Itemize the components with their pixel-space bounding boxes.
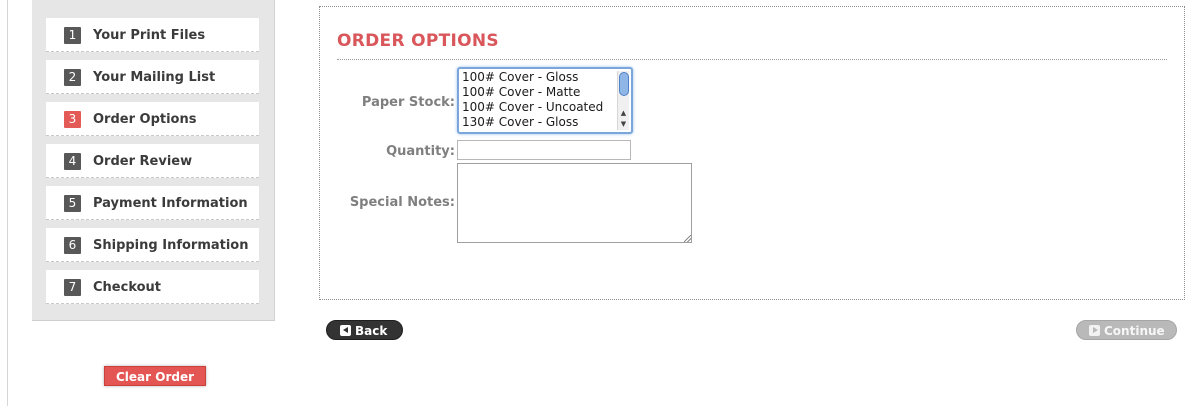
triangle-left-icon	[340, 325, 351, 336]
order-options-panel: ORDER OPTIONS Paper Stock: 100# Cover - …	[319, 6, 1185, 300]
step-label: Checkout	[93, 280, 162, 295]
step-label: Order Review	[93, 154, 193, 169]
frame-edge	[7, 0, 8, 406]
paper-stock-option[interactable]: 100# Cover - Matte	[462, 85, 580, 100]
step-label: Your Print Files	[93, 28, 206, 43]
step-label: Your Mailing List	[93, 70, 216, 85]
step-your-mailing-list[interactable]: 2 Your Mailing List	[46, 60, 259, 94]
step-label: Payment Information	[93, 196, 248, 211]
paper-stock-option[interactable]: 130# Cover - Gloss	[462, 115, 578, 130]
title-divider	[337, 59, 1167, 60]
paper-stock-option[interactable]: 100# Cover - Gloss	[462, 70, 578, 85]
clear-order-button[interactable]: Clear Order	[104, 366, 206, 386]
step-your-print-files[interactable]: 1 Your Print Files	[46, 18, 259, 52]
step-number-badge: 1	[64, 27, 81, 44]
quantity-input[interactable]	[457, 140, 631, 160]
step-shipping-information[interactable]: 6 Shipping Information	[46, 228, 259, 262]
back-button[interactable]: Back	[326, 320, 403, 340]
step-number-badge: 7	[64, 279, 81, 296]
continue-button-label: Continue	[1104, 324, 1165, 338]
select-scrollbar[interactable]: ▲ ▼	[617, 71, 629, 130]
step-payment-information[interactable]: 5 Payment Information	[46, 186, 259, 220]
special-notes-textarea[interactable]	[457, 163, 692, 243]
paper-stock-label: Paper Stock:	[361, 95, 455, 110]
step-order-options[interactable]: 3 Order Options	[46, 102, 259, 136]
step-label: Shipping Information	[93, 238, 249, 253]
step-number-badge: 4	[64, 153, 81, 170]
step-label: Order Options	[93, 112, 197, 127]
resize-grip-icon[interactable]	[684, 235, 691, 242]
paper-stock-option[interactable]: 100# Cover - Uncoated	[462, 100, 603, 115]
step-number-badge: 2	[64, 69, 81, 86]
step-number-badge: 6	[64, 237, 81, 254]
scroll-thumb[interactable]	[619, 72, 629, 96]
paper-stock-select[interactable]: 100# Cover - Gloss 100# Cover - Matte 10…	[457, 67, 633, 134]
step-number-badge: 5	[64, 195, 81, 212]
scroll-up-arrow-icon[interactable]: ▲	[619, 109, 628, 117]
step-order-review[interactable]: 4 Order Review	[46, 144, 259, 178]
scroll-down-arrow-icon[interactable]: ▼	[619, 120, 628, 128]
continue-button[interactable]: Continue	[1076, 320, 1177, 340]
back-button-label: Back	[355, 324, 388, 338]
quantity-label: Quantity:	[386, 144, 455, 159]
step-number-badge: 3	[64, 111, 81, 128]
special-notes-label: Special Notes:	[349, 195, 455, 210]
triangle-right-icon	[1089, 325, 1100, 336]
page-title: ORDER OPTIONS	[337, 31, 499, 51]
steps-sidebar: 1 Your Print Files 2 Your Mailing List 3…	[32, 0, 275, 321]
step-checkout[interactable]: 7 Checkout	[46, 270, 259, 304]
